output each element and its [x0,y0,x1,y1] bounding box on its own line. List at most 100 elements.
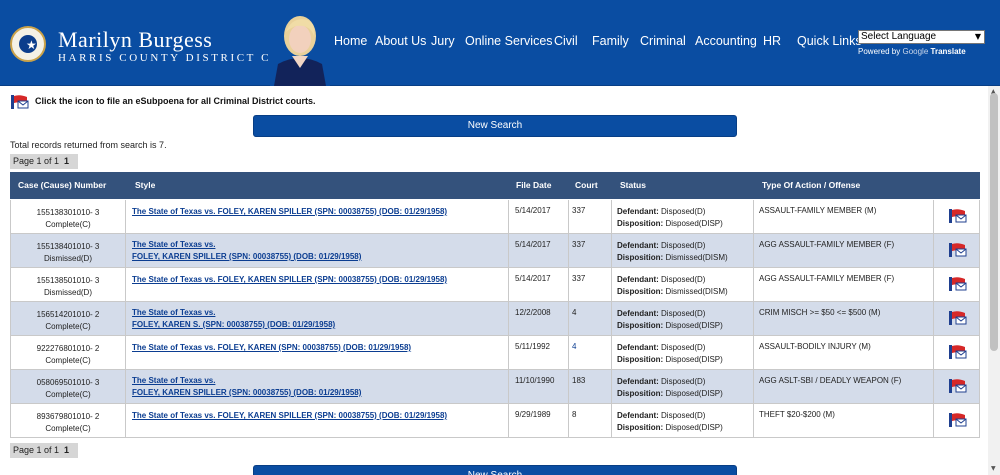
case-style-link[interactable]: The State of Texas vs. FOLEY, KAREN (SPN… [132,342,508,354]
table-row: 155138301010- 3 Complete(C) The State of T… [10,200,980,234]
status-cell: Defendant: Disposed(D) Disposition: Dispo… [612,200,754,234]
col-offense: Type Of Action / Offense [762,180,861,190]
disposition-label: Disposition: [617,321,664,330]
case-number: 893679801010- 2 [36,412,100,421]
style-cell: The State of Texas vs. FOLEY, KAREN S. (S… [126,302,509,336]
nav-criminal[interactable]: Criminal [640,34,686,48]
court-number: 337 [572,206,586,215]
col-case-number: Case (Cause) Number [18,180,107,190]
nav-family[interactable]: Family [592,34,629,48]
nav-jury[interactable]: Jury [431,34,455,48]
court-number: 183 [572,376,586,385]
nav-online-services[interactable]: Online Services [465,34,553,48]
status-cell: Defendant: Disposed(D) Disposition: Dismi… [612,268,754,302]
disposition-status: Disposed(DISP) [665,219,723,228]
defendant-label: Defendant: [617,241,659,250]
style-cell: The State of Texas vs. FOLEY, KAREN SPILL… [126,370,509,404]
table-row: 156514201010- 2 Complete(C) The State of T… [10,302,980,336]
scroll-down-arrow-icon[interactable]: ▼ [991,465,996,472]
nav-accounting[interactable]: Accounting [695,34,757,48]
status-cell: Defendant: Disposed(D) Disposition: Dispo… [612,404,754,438]
case-style-link[interactable]: FOLEY, KAREN S. (SPN: 00038755) (DOB: 01… [132,319,508,331]
disposition-label: Disposition: [617,219,664,228]
total-records-text: Total records returned from search is 7. [10,140,167,150]
case-style-link[interactable]: FOLEY, KAREN SPILLER (SPN: 00038755) (DO… [132,251,508,263]
case-style-link[interactable]: FOLEY, KAREN SPILLER (SPN: 00038755) (DO… [132,387,508,399]
court-cell: 337 [569,268,612,302]
disposition-label: Disposition: [617,253,664,262]
case-number: 922276801010- 2 [36,344,100,353]
esubpoena-icon[interactable] [948,412,968,428]
page-link-1[interactable]: 1 [64,443,69,458]
file-date: 12/2/2008 [509,302,569,336]
chevron-down-icon: ▼ [974,32,981,41]
case-style-link[interactable]: The State of Texas vs. [132,307,508,319]
esubpoena-icon[interactable] [948,242,968,258]
defendant-label: Defendant: [617,343,659,352]
esubpoena-icon[interactable] [948,208,968,224]
court-number[interactable]: 4 [572,342,576,351]
county-seal-icon[interactable]: ★ [10,26,46,62]
style-cell: The State of Texas vs. FOLEY, KAREN SPIL… [126,404,509,438]
col-status: Status [620,180,646,190]
status-cell: Defendant: Disposed(D) Disposition: Dispo… [612,370,754,404]
nav-quick-links[interactable]: Quick Links [797,34,862,48]
case-style-link[interactable]: The State of Texas vs. FOLEY, KAREN SPIL… [132,274,508,286]
case-style-link[interactable]: The State of Texas vs. FOLEY, KAREN SPIL… [132,206,508,218]
case-style-link[interactable]: The State of Texas vs. [132,375,508,387]
court-number: 337 [572,274,586,283]
case-status: Complete(C) [45,220,91,229]
offense: CRIM MISCH >= $50 <= $500 (M) [754,302,934,336]
case-number: 058069501010- 3 [36,378,100,387]
nav-home[interactable]: Home [334,34,367,48]
language-select[interactable]: Select Language ▼ [858,30,985,44]
brand-name[interactable]: Marilyn Burgess [58,27,212,53]
file-date: 5/14/2017 [509,234,569,268]
esubpoena-icon[interactable] [948,276,968,292]
table-row: 155138501010- 3 Dismissed(D) The State of … [10,268,980,302]
disposition-status: Disposed(DISP) [665,423,723,432]
file-date: 9/29/1989 [509,404,569,438]
case-style-link[interactable]: The State of Texas vs. FOLEY, KAREN SPIL… [132,410,508,422]
court-number: 8 [572,410,577,419]
nav-hr[interactable]: HR [763,34,781,48]
defendant-label: Defendant: [617,207,659,216]
defendant-label: Defendant: [617,275,659,284]
offense: ASSAULT-FAMILY MEMBER (M) [754,200,934,234]
table-header: Case (Cause) Number Style File Date Cour… [10,172,980,199]
case-style-link[interactable]: The State of Texas vs. [132,239,508,251]
defendant-status: Disposed(D) [661,275,706,284]
scrollbar-thumb[interactable] [990,93,998,351]
table-row: 058069501010- 3 Complete(C) The State of T… [10,370,980,404]
defendant-status: Disposed(D) [661,309,706,318]
esubpoena-instruction: Click the icon to file an eSubpoena for … [35,96,316,106]
esubpoena-icon[interactable] [948,310,968,326]
case-number-cell: 893679801010- 2 Complete(C) [10,404,126,438]
court-cell: 8 [569,404,612,438]
new-search-button[interactable]: New Search [253,115,737,137]
col-style: Style [135,180,156,190]
new-search-button-bottom[interactable]: New Search [253,465,737,475]
pager-top: Page 1 of 1 1 [10,154,78,169]
esubpoena-cell [934,336,980,370]
disposition-label: Disposition: [617,389,664,398]
nav-about-us[interactable]: About Us [375,34,426,48]
esubpoena-icon[interactable] [948,378,968,394]
style-cell: The State of Texas vs. FOLEY, KAREN SPIL… [126,268,509,302]
esubpoena-cell [934,234,980,268]
table-row: 893679801010- 2 Complete(C) The State of T… [10,404,980,438]
status-cell: Defendant: Disposed(D) Disposition: Dismi… [612,234,754,268]
esubpoena-icon[interactable] [10,94,30,110]
case-number-cell: 922276801010- 2 Complete(C) [10,336,126,370]
esubpoena-icon[interactable] [948,344,968,360]
file-date: 11/10/1990 [509,370,569,404]
file-date: 5/11/1992 [509,336,569,370]
court-cell: 4 [569,336,612,370]
nav-civil[interactable]: Civil [554,34,578,48]
file-date: 5/14/2017 [509,268,569,302]
case-number-cell: 155138501010- 3 Dismissed(D) [10,268,126,302]
page-link-1[interactable]: 1 [64,154,69,169]
status-cell: Defendant: Disposed(D) Disposition: Dispo… [612,336,754,370]
offense: AGG ASLT-SBI / DEADLY WEAPON (F) [754,370,934,404]
defendant-label: Defendant: [617,411,659,420]
